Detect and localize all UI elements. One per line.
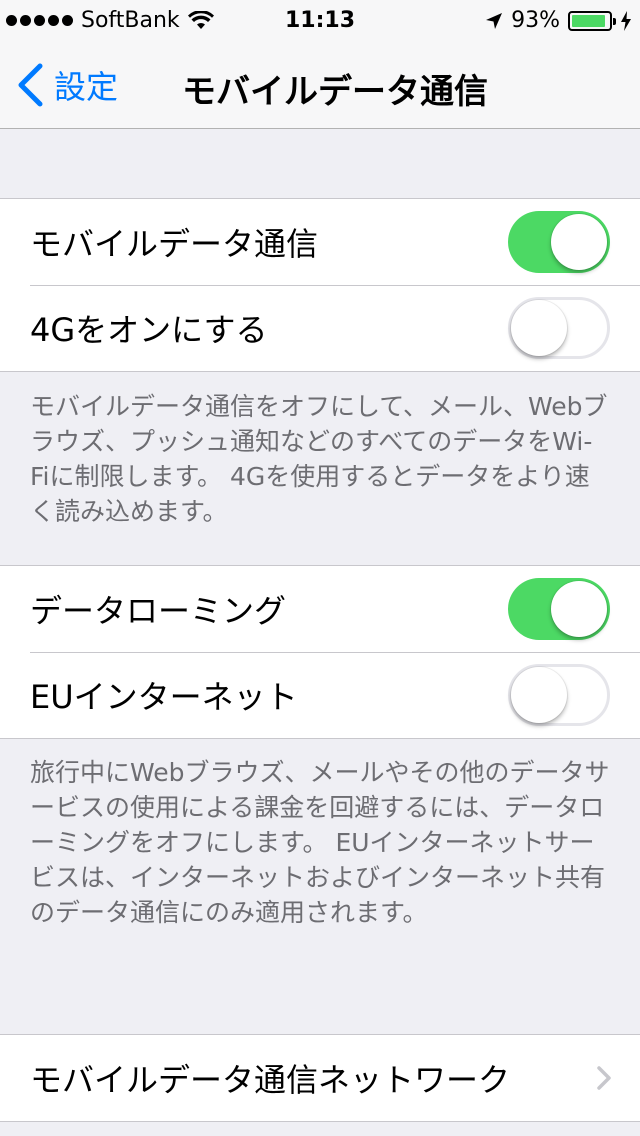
charging-bolt-icon — [621, 10, 631, 31]
lte-toggle[interactable] — [508, 297, 610, 359]
cellular-network-label: モバイルデータ通信ネットワーク — [30, 1061, 511, 1099]
lte-label: 4Gをオンにする — [30, 311, 268, 349]
toggle-knob — [511, 667, 567, 723]
battery-cap — [613, 17, 616, 25]
cell-eu-internet: EUインターネット — [0, 652, 640, 738]
battery-fill — [572, 14, 606, 27]
toggle-knob — [551, 214, 607, 270]
eu-internet-label: EUインターネット — [30, 678, 298, 716]
cellular-data-label: モバイルデータ通信 — [30, 225, 319, 263]
cellular-data-toggle[interactable] — [508, 211, 610, 273]
group-roaming: データローミング EUインターネット — [0, 565, 640, 739]
roaming-label: データローミング — [30, 592, 287, 630]
cell-data-roaming: データローミング — [0, 566, 640, 652]
toggle-knob — [551, 581, 607, 637]
navigation-bar: 設定 モバイルデータ通信 — [0, 40, 640, 129]
status-bar: SoftBank 11:13 93% — [0, 0, 640, 40]
battery-icon — [568, 10, 616, 31]
page-title: モバイルデータ通信 — [182, 72, 488, 112]
group-network: モバイルデータ通信ネットワーク — [0, 1034, 640, 1122]
roaming-toggle[interactable] — [508, 578, 610, 640]
cellular-footer-text: モバイルデータ通信をオフにして、メール、Webブラウズ、プッシュ通知などのすべて… — [30, 392, 608, 526]
roaming-footer-text: 旅行中にWebブラウズ、メールやその他のデータサービスの使用による課金を回避する… — [30, 758, 610, 927]
location-arrow-icon — [486, 12, 503, 29]
cell-cellular-data: モバイルデータ通信 — [0, 199, 640, 285]
cell-cellular-network[interactable]: モバイルデータ通信ネットワーク — [0, 1035, 640, 1121]
status-right: 93% — [485, 8, 632, 33]
chevron-right-icon — [597, 1066, 611, 1090]
group-cellular: モバイルデータ通信 4Gをオンにする — [0, 198, 640, 372]
cell-4g: 4Gをオンにする — [0, 285, 640, 371]
battery-percent: 93% — [511, 8, 560, 33]
eu-internet-toggle[interactable] — [508, 664, 610, 726]
toggle-knob — [511, 300, 567, 356]
